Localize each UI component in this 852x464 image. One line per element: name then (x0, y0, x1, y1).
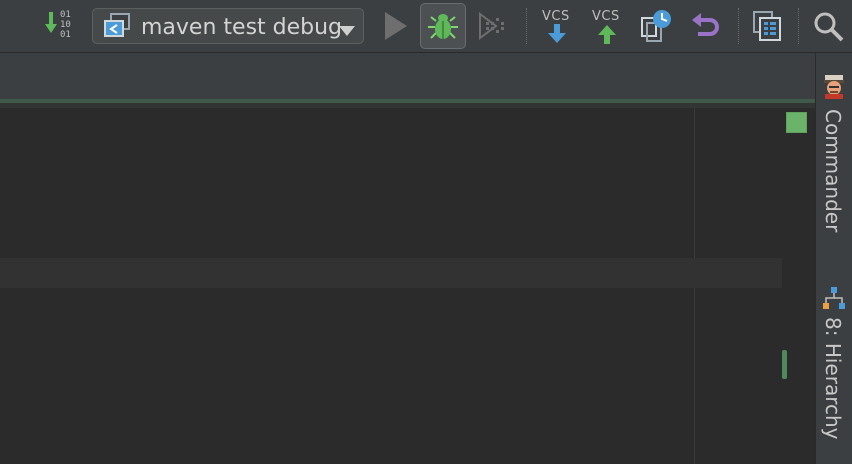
revert-button[interactable] (690, 10, 722, 42)
commander-label: Commander (821, 109, 845, 233)
arrow-down-icon (548, 24, 566, 43)
current-line-highlight (0, 258, 782, 288)
run-configuration-icon (103, 12, 133, 44)
debug-button[interactable] (420, 3, 466, 49)
debug-bug-icon (428, 14, 458, 39)
search-icon (814, 12, 844, 42)
commander-tool-button[interactable]: Commander (816, 73, 852, 243)
vcs-commit-button[interactable]: VCS (590, 6, 624, 46)
binary-digit-2: 10 (60, 20, 71, 30)
right-tool-window-bar: Commander 8: Hierarchy (815, 53, 852, 464)
editor-tab-bar (0, 53, 815, 99)
binary-update-icon[interactable]: 01 10 01 (40, 8, 78, 44)
arrow-up-icon (598, 25, 616, 44)
run-configuration-label: maven test debug (141, 15, 343, 40)
vcs-update-label: VCS (542, 9, 570, 24)
toolbar-separator (798, 8, 800, 44)
binary-digit-1: 01 (60, 10, 71, 20)
vcs-update-button[interactable]: VCS (540, 6, 574, 46)
coverage-button[interactable] (478, 10, 510, 42)
history-icon (641, 10, 671, 42)
revert-icon (692, 13, 719, 36)
hierarchy-tool-button[interactable]: 8: Hierarchy (816, 285, 852, 460)
scrollbar-marker[interactable] (782, 350, 787, 379)
history-button[interactable] (640, 8, 674, 44)
commander-icon (824, 75, 844, 99)
run-icon (385, 12, 407, 40)
toolbar-separator (526, 8, 528, 44)
binary-update-graphic (45, 12, 57, 33)
hierarchy-label: 8: Hierarchy (821, 317, 845, 440)
binary-digit-3: 01 (60, 30, 71, 40)
vcs-commit-label: VCS (592, 9, 620, 24)
code-editor[interactable] (0, 108, 815, 464)
project-structure-icon (753, 11, 781, 41)
run-configuration-dropdown[interactable]: maven test debug (92, 8, 364, 44)
toolbar-separator (738, 8, 740, 44)
hierarchy-icon (823, 287, 845, 309)
project-structure-button[interactable] (752, 10, 784, 42)
coverage-icon (479, 12, 504, 40)
inspection-status-indicator[interactable] (786, 112, 807, 133)
run-button[interactable] (382, 10, 410, 42)
search-button[interactable] (812, 10, 846, 44)
main-toolbar: 01 10 01 maven test debug VCS VCS (0, 0, 852, 53)
chevron-down-icon[interactable] (339, 21, 355, 40)
